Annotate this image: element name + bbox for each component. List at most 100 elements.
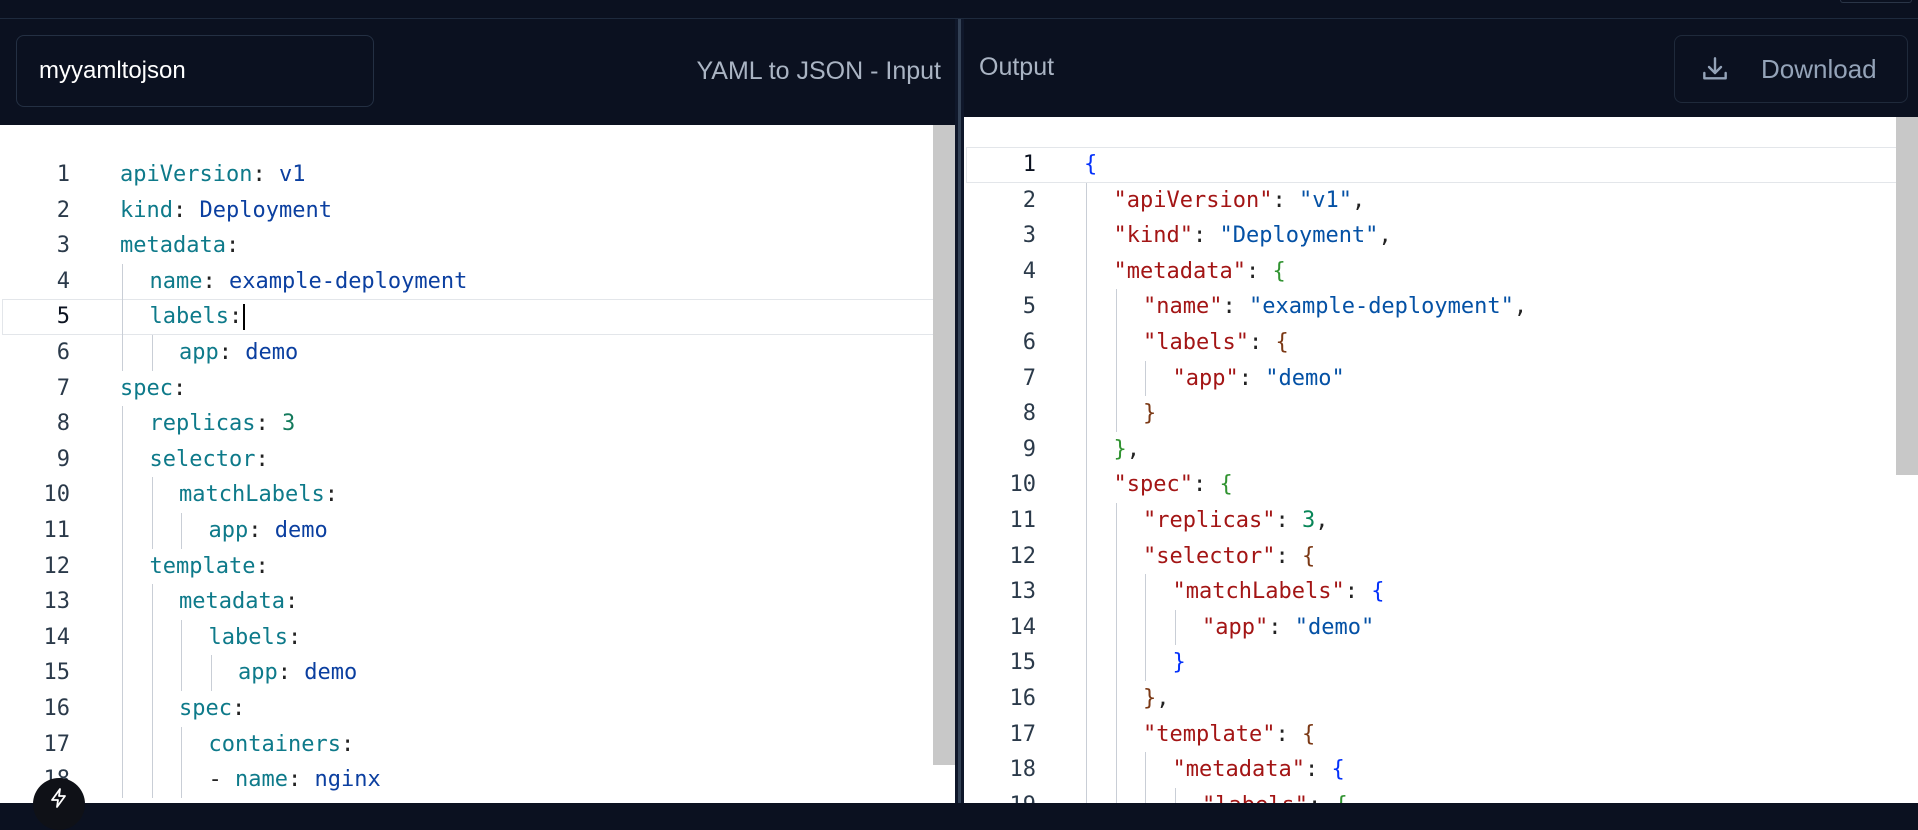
code-token: template: [149, 553, 256, 579]
code-token: {: [1275, 329, 1289, 355]
indent-guide: [122, 406, 123, 442]
code-text: "selector": {: [1143, 539, 1315, 575]
code-token: :: [231, 695, 246, 721]
line-number: 3: [56, 233, 70, 259]
code-line[interactable]: 12 template:: [0, 548, 955, 585]
code-line[interactable]: 17 "template": {: [964, 716, 1918, 753]
line-number: 13: [1009, 579, 1037, 605]
code-token: selector: [149, 446, 256, 472]
code-line[interactable]: 16},: [964, 680, 1918, 717]
line-number: 19: [964, 788, 1037, 803]
indent-guide: [1086, 716, 1087, 753]
indent-guide: [181, 726, 182, 763]
code-line[interactable]: 18 "metadata": {: [964, 752, 1918, 788]
code-token: {: [1301, 543, 1316, 569]
json-output-editor[interactable]: 1{2 "apiVersion": "v1", 3 "kind": "Deployme…: [964, 117, 1918, 803]
json-code[interactable]: 1{2 "apiVersion": "v1", 3 "kind": "Deployme…: [964, 147, 1918, 803]
code-token: :: [218, 339, 246, 365]
code-token: demo: [245, 339, 299, 365]
code-line[interactable]: 4 "metadata": {: [964, 253, 1918, 290]
output-scrollbar[interactable]: [1896, 117, 1918, 475]
code-line[interactable]: 8}: [964, 396, 1918, 432]
code-line[interactable]: 16 spec:: [0, 690, 955, 727]
code-line[interactable]: 13 metadata:: [0, 584, 955, 620]
indent-guide: [151, 619, 153, 656]
code-line[interactable]: 8 replicas: 3: [0, 406, 955, 442]
code-line[interactable]: 14 "app": "demo": [964, 609, 1918, 646]
indent-guide: [1115, 680, 1117, 717]
line-number: 12: [43, 553, 71, 579]
indent-guide: [122, 299, 123, 335]
code-line[interactable]: 11 app: demo: [0, 512, 955, 549]
code-line[interactable]: 12 "selector": {: [964, 538, 1918, 575]
code-token: :: [1304, 757, 1332, 783]
code-token: :: [287, 624, 302, 650]
editor-scrollbar[interactable]: [933, 125, 955, 765]
code-line[interactable]: 1 apiVersion: v1: [0, 157, 955, 193]
yaml-editor[interactable]: 1 apiVersion: v1 2 kind: Deployment 3 metadat…: [0, 125, 955, 803]
line-number: 16: [1009, 685, 1037, 711]
code-text: },: [1114, 432, 1141, 468]
code-token: :: [1268, 614, 1295, 640]
code-text: "apiVersion": "v1",: [1114, 183, 1366, 219]
download-button[interactable]: Download: [1674, 35, 1908, 103]
code-line[interactable]: 9 selector:: [0, 441, 955, 478]
code-line[interactable]: 2 "apiVersion": "v1",: [964, 182, 1918, 219]
indent-guide: [1086, 218, 1087, 254]
pane-splitter[interactable]: [955, 19, 964, 803]
indent-guide: [1115, 752, 1117, 788]
code-line[interactable]: 5 labels:: [0, 299, 955, 335]
code-line[interactable]: 1{: [964, 147, 1918, 183]
code-line[interactable]: 3 metadata:: [0, 228, 955, 264]
code-line[interactable]: 7 spec:: [0, 371, 955, 407]
code-text: labels:: [150, 299, 246, 335]
yaml-code[interactable]: 1 apiVersion: v1 2 kind: Deployment 3 metadat…: [0, 157, 955, 798]
indent-guide: [1145, 574, 1146, 610]
code-token: {: [1334, 793, 1347, 803]
code-token: :: [255, 446, 269, 472]
code-line[interactable]: 5 "name": "example-deployment",: [964, 289, 1918, 325]
code-line[interactable]: 11 "replicas": 3,: [964, 502, 1918, 539]
code-line[interactable]: 17 containers:: [0, 726, 955, 763]
code-line[interactable]: 13 "matchLabels": {: [964, 574, 1918, 610]
code-line[interactable]: 3 "kind": "Deployment",: [964, 218, 1918, 254]
code-token: ,: [1315, 507, 1329, 533]
code-text: "kind": "Deployment",: [1114, 218, 1392, 254]
line-number: 8: [56, 411, 70, 437]
code-line[interactable]: 7 "app": "demo": [964, 360, 1918, 397]
editor-name-input[interactable]: [16, 35, 374, 107]
indent-guide: [1086, 752, 1087, 788]
code-text: template:: [150, 549, 269, 585]
line-number: 12: [1009, 543, 1037, 569]
code-line[interactable]: 4 name: example-deployment: [0, 263, 955, 300]
code-text: - name: nginx: [209, 762, 381, 798]
code-token: {: [1219, 472, 1233, 498]
code-line[interactable]: 9},: [964, 431, 1918, 468]
code-line[interactable]: 6 app: demo: [0, 334, 955, 371]
code-text: app: demo: [179, 335, 298, 371]
line-number: 5: [56, 304, 70, 330]
code-line[interactable]: 15}: [964, 645, 1918, 681]
code-token: }: [1143, 401, 1157, 427]
code-line[interactable]: 10 "spec": {: [964, 467, 1918, 503]
code-token: nginx: [314, 767, 381, 793]
indent-guide: [151, 726, 153, 763]
indent-guide: [1086, 502, 1087, 539]
code-token: demo: [274, 517, 328, 543]
bolt-button[interactable]: [33, 778, 85, 830]
code-text: labels:: [209, 620, 302, 656]
code-text: "matchLabels": {: [1173, 574, 1385, 610]
code-token: example-deployment: [228, 268, 468, 294]
code-line[interactable]: 6 "labels": {: [964, 324, 1918, 361]
code-line[interactable]: 2 kind: Deployment: [0, 193, 955, 229]
indent-guide: [122, 762, 123, 798]
code-text: metadata:: [179, 584, 298, 620]
line-number: 9: [1022, 436, 1036, 462]
code-line[interactable]: 10 matchLabels:: [0, 477, 955, 513]
code-text: metadata:: [120, 228, 239, 264]
code-token: metadata: [179, 589, 285, 615]
code-line[interactable]: 19 "labels": {: [964, 787, 1918, 803]
code-line[interactable]: 18- name: nginx: [0, 762, 955, 798]
code-line[interactable]: 15 app: demo: [0, 655, 955, 691]
code-line[interactable]: 14 labels:: [0, 619, 955, 656]
